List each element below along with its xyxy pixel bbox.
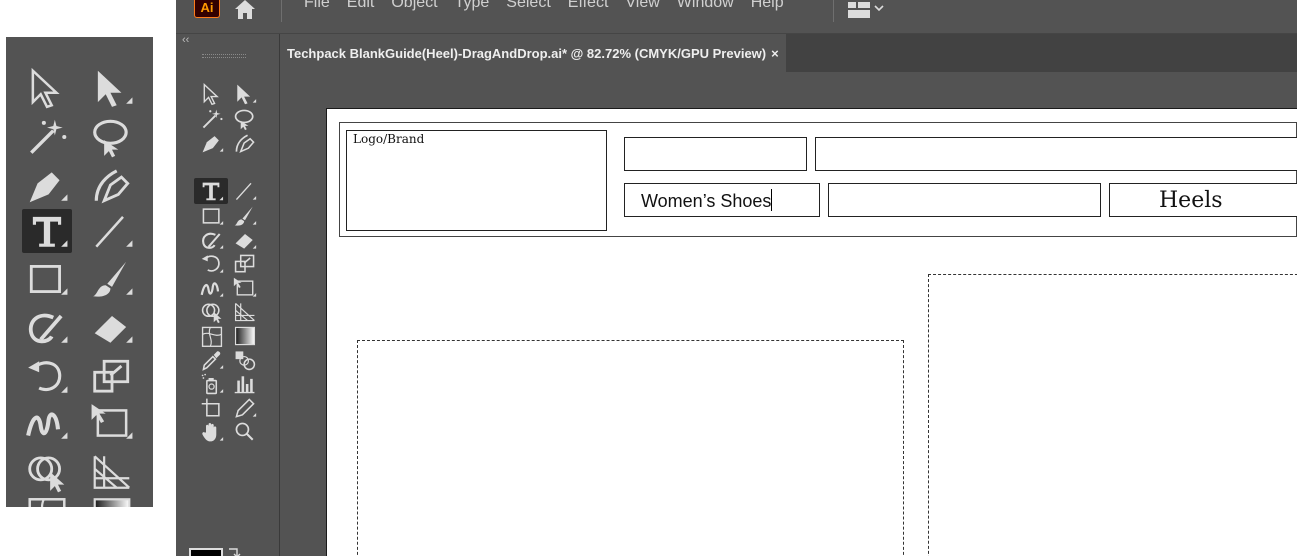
close-tab-icon[interactable]: × xyxy=(771,46,779,61)
text-field[interactable] xyxy=(815,137,1297,171)
app-logo: Ai xyxy=(194,0,220,18)
scale-tool-icon[interactable] xyxy=(87,355,137,399)
lasso-tool-icon[interactable] xyxy=(231,107,259,131)
zoom-tool-icon[interactable] xyxy=(231,420,259,444)
menu-effect[interactable]: Effect xyxy=(568,0,609,12)
paintbrush-tool-icon[interactable] xyxy=(87,257,137,301)
lasso-tool-icon[interactable] xyxy=(87,115,137,159)
document-tab-title: Techpack BlankGuide(Heel)-DragAndDrop.ai… xyxy=(287,45,767,61)
hand-tool-icon[interactable] xyxy=(198,420,226,444)
free-transform-tool-icon[interactable] xyxy=(87,401,137,445)
pen-tool-icon[interactable] xyxy=(198,131,226,155)
pen-tool-icon[interactable] xyxy=(22,163,72,207)
mesh-tool-icon[interactable] xyxy=(22,493,72,507)
document-tab-bar: Techpack BlankGuide(Heel)-DragAndDrop.ai… xyxy=(280,34,1297,72)
category-text-field[interactable]: Women’s Shoes xyxy=(624,183,820,217)
rotate-tool-icon[interactable] xyxy=(198,252,226,276)
menu-window[interactable]: Window xyxy=(677,0,734,12)
eraser-tool-icon[interactable] xyxy=(87,305,137,349)
menu-items: File Edit Object Type Select Effect View… xyxy=(304,0,784,12)
menu-view[interactable]: View xyxy=(625,0,659,12)
rotate-tool-icon[interactable] xyxy=(22,355,72,399)
warp-tool-icon[interactable] xyxy=(22,401,72,445)
direct-selection-tool-icon[interactable] xyxy=(231,82,259,106)
selection-tool-icon[interactable] xyxy=(198,82,226,106)
curvature-tool-icon[interactable] xyxy=(231,131,259,155)
eyedropper-tool-icon[interactable] xyxy=(198,348,226,372)
panel-grip[interactable] xyxy=(202,54,246,58)
menu-separator xyxy=(281,0,282,22)
workspace-switcher-icon[interactable] xyxy=(848,0,888,20)
style-text-value: Heels xyxy=(1159,188,1223,213)
scale-tool-icon[interactable] xyxy=(231,252,259,276)
shape-builder-tool-icon[interactable] xyxy=(198,300,226,324)
gradient-tool-icon[interactable] xyxy=(87,493,137,507)
shape-builder-tool-icon[interactable] xyxy=(22,450,72,494)
menu-type[interactable]: Type xyxy=(455,0,490,12)
screenshot-root: Ai File Edit Object Type Select Effect V… xyxy=(0,0,1297,556)
menu-edit[interactable]: Edit xyxy=(347,0,375,12)
text-cursor xyxy=(771,189,773,211)
zoomed-toolbar-panel xyxy=(6,37,153,507)
rectangle-tool-icon[interactable] xyxy=(22,257,72,301)
document-tab[interactable]: Techpack BlankGuide(Heel)-DragAndDrop.ai… xyxy=(280,34,786,72)
line-segment-tool-icon[interactable] xyxy=(87,209,137,253)
direct-selection-tool-icon[interactable] xyxy=(87,66,137,110)
text-field[interactable] xyxy=(828,183,1101,217)
menu-select[interactable]: Select xyxy=(506,0,550,12)
paintbrush-tool-icon[interactable] xyxy=(231,204,259,228)
menu-separator xyxy=(833,0,834,22)
eraser-tool-icon[interactable] xyxy=(231,228,259,252)
selection-tool-icon[interactable] xyxy=(22,66,72,110)
home-icon[interactable] xyxy=(232,0,258,20)
artboard-tool-icon[interactable] xyxy=(198,396,226,420)
symbol-sprayer-tool-icon[interactable] xyxy=(198,372,226,396)
type-tool-icon[interactable] xyxy=(194,178,228,204)
fill-color-swatch[interactable] xyxy=(189,548,223,556)
menu-bar: Ai File Edit Object Type Select Effect V… xyxy=(176,0,1297,34)
tools-panel: ‹‹ xyxy=(176,34,280,556)
rectangle-tool-icon[interactable] xyxy=(198,204,226,228)
column-graph-tool-icon[interactable] xyxy=(231,372,259,396)
image-drop-zone-right[interactable] xyxy=(928,274,1297,556)
curvature-tool-icon[interactable] xyxy=(87,163,137,207)
shaper-tool-icon[interactable] xyxy=(198,228,226,252)
shaper-tool-icon[interactable] xyxy=(22,305,72,349)
menu-help[interactable]: Help xyxy=(751,0,784,12)
warp-tool-icon[interactable] xyxy=(198,276,226,300)
line-segment-tool-icon[interactable] xyxy=(231,179,259,203)
blend-tool-icon[interactable] xyxy=(231,348,259,372)
collapse-panel-button[interactable]: ‹‹ xyxy=(182,34,189,46)
text-field[interactable] xyxy=(624,137,807,171)
magic-wand-tool-icon[interactable] xyxy=(198,107,226,131)
perspective-grid-tool-icon[interactable] xyxy=(87,450,137,494)
style-text-field[interactable]: Heels xyxy=(1109,183,1297,217)
swap-fill-stroke-icon[interactable] xyxy=(227,546,241,556)
category-text-value: Women’s Shoes xyxy=(641,191,772,211)
logo-brand-label: Logo/Brand xyxy=(353,132,425,146)
type-tool-icon[interactable] xyxy=(22,209,72,253)
free-transform-tool-icon[interactable] xyxy=(231,276,259,300)
magic-wand-tool-icon[interactable] xyxy=(22,115,72,159)
image-drop-zone-left[interactable] xyxy=(357,340,904,556)
gradient-tool-icon[interactable] xyxy=(231,324,259,348)
slice-tool-icon[interactable] xyxy=(231,396,259,420)
menu-object[interactable]: Object xyxy=(391,0,437,12)
menu-file[interactable]: File xyxy=(304,0,330,12)
perspective-grid-tool-icon[interactable] xyxy=(231,300,259,324)
logo-brand-field[interactable]: Logo/Brand xyxy=(346,130,607,231)
mesh-tool-icon[interactable] xyxy=(198,324,226,348)
